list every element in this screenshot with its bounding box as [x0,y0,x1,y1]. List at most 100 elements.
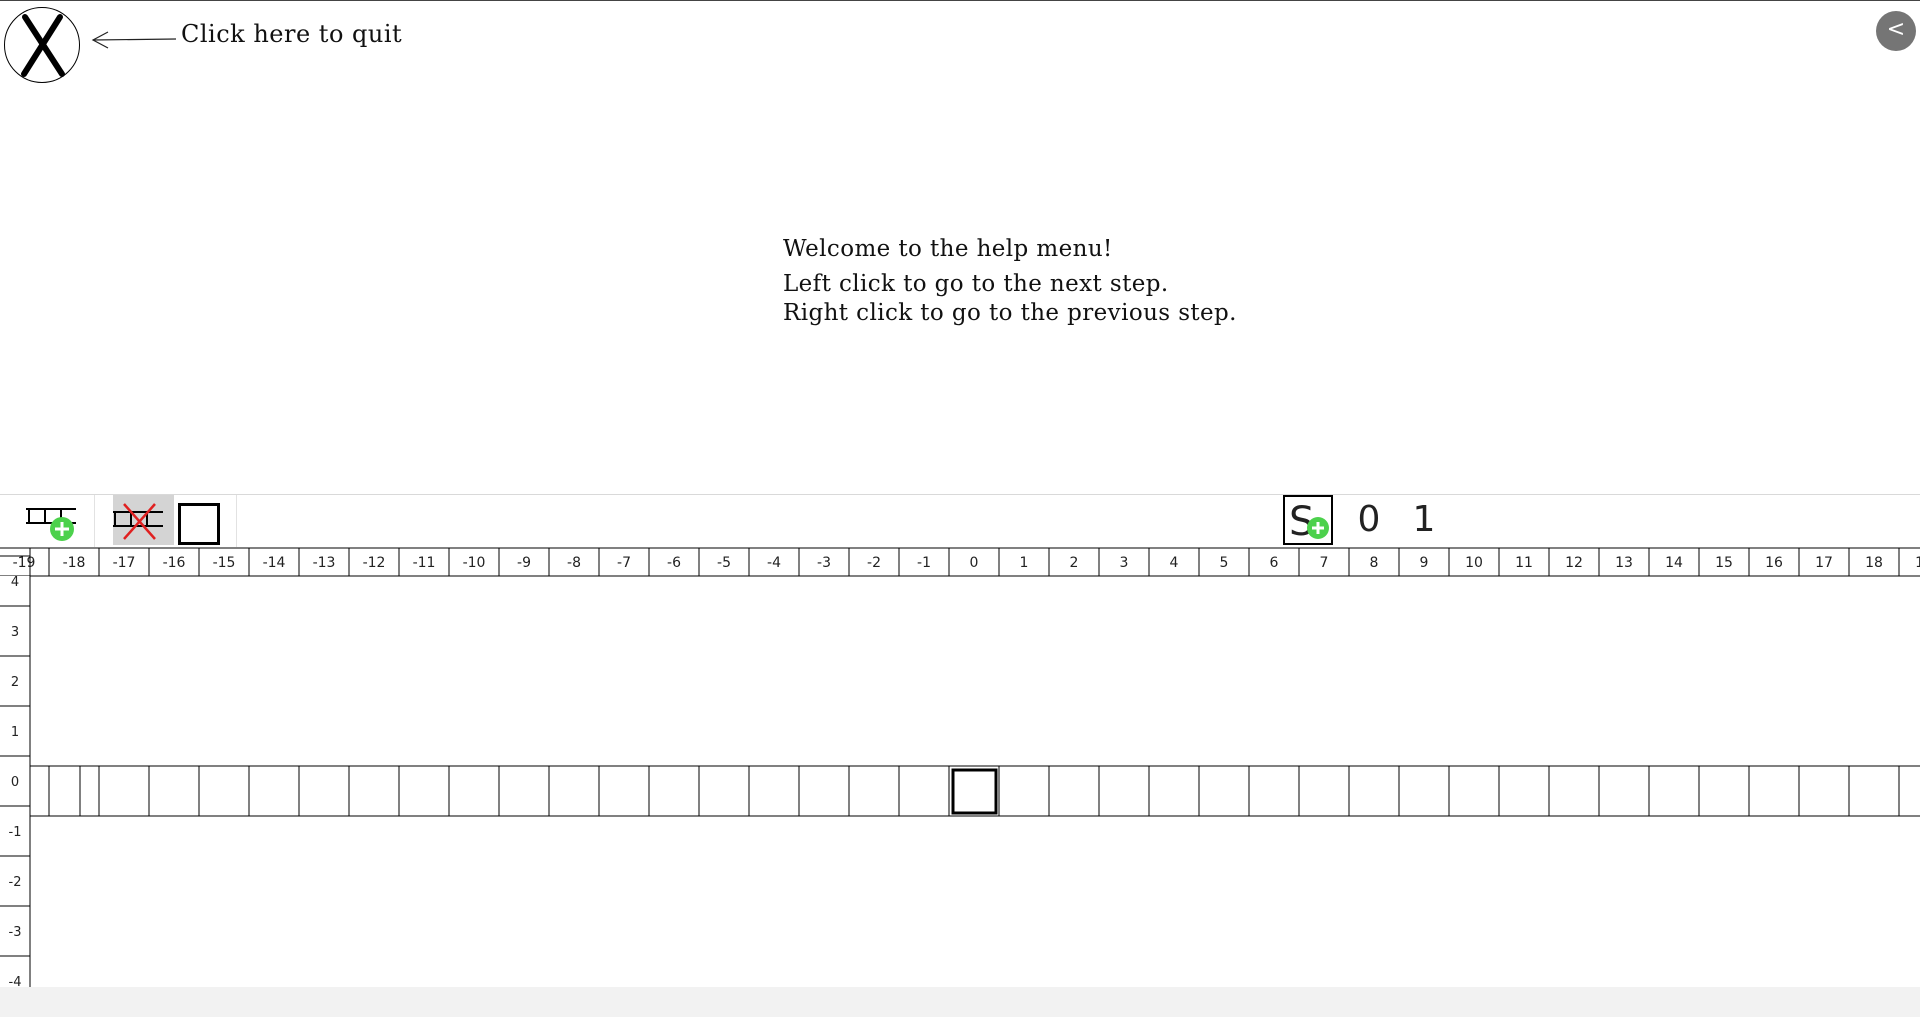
add-row-icon [26,508,76,541]
column-label: 3 [1120,555,1129,571]
app-window: Click here to quit < Welcome to the help… [0,0,1920,1017]
add-symbol-button[interactable]: S [1283,495,1333,545]
tape-cell[interactable] [1648,765,1700,817]
add-symbol-icon: S [1289,499,1329,545]
column-label: -7 [617,555,631,571]
column-label: 16 [1765,555,1783,571]
column-label: 9 [1420,555,1429,571]
tape-cell[interactable] [1148,765,1200,817]
help-line-left-click: Left click to go to the next step. [783,271,1169,297]
tape-board[interactable]: -19 -18 -17 -16 -15 -14 -13 -12 -11 -10 -9 -8 -7 -6 -5… [0,546,1920,987]
back-button[interactable]: < [1876,11,1916,51]
column-label: 11 [1515,555,1533,571]
toolbar-divider [236,495,237,547]
help-line-right-click: Right click to go to the previous step. [783,300,1237,326]
column-label: 2 [1070,555,1079,571]
quit-button[interactable] [4,7,80,83]
tape-cell[interactable] [1848,765,1900,817]
tape-cell[interactable] [298,765,350,817]
column-label: 8 [1370,555,1379,571]
tape-cell[interactable] [1548,765,1600,817]
tape-cell[interactable] [98,765,150,817]
tape-cell[interactable] [248,765,300,817]
symbol-1-button[interactable]: 1 [1404,499,1444,541]
blank-cell-button[interactable] [178,503,220,545]
column-label: -12 [363,555,386,571]
row-label: -1 [9,825,22,840]
column-label: -8 [567,555,581,571]
column-label: 0 [970,555,979,571]
column-label: -2 [867,555,881,571]
tape-cell[interactable] [698,765,750,817]
tape-cell[interactable] [548,765,600,817]
tape-cell[interactable] [498,765,550,817]
close-icon [21,14,65,77]
arrow-left-icon [91,31,177,49]
column-label: -13 [313,555,336,571]
tape-cell[interactable] [1198,765,1250,817]
tape-cell[interactable] [648,765,700,817]
column-label: 7 [1320,555,1329,571]
tape-cell[interactable] [948,765,1000,817]
tape-cell[interactable] [1698,765,1750,817]
tape-cell[interactable] [1598,765,1650,817]
tape-cell[interactable] [1798,765,1850,817]
tape-cell[interactable] [1398,765,1450,817]
column-label: 1 [1020,555,1029,571]
column-label: 5 [1220,555,1229,571]
row-label: -4 [9,975,22,987]
tape-cell[interactable] [1498,765,1550,817]
column-label: -4 [767,555,781,571]
column-label: -14 [263,555,286,571]
column-label: 14 [1665,555,1683,571]
tape-cell[interactable] [898,765,950,817]
tape-cell[interactable] [198,765,250,817]
column-label: 18 [1865,555,1883,571]
column-label: -15 [213,555,236,571]
symbol-0-button[interactable]: 0 [1349,499,1389,541]
delete-row-icon [113,503,163,540]
tape-cell[interactable] [348,765,400,817]
window-top-border [0,0,1920,1]
column-label: 6 [1270,555,1279,571]
tape-cell[interactable] [1348,765,1400,817]
column-label: -16 [163,555,186,571]
row-label: 2 [11,675,19,690]
column-label: 17 [1815,555,1833,571]
status-strip [0,987,1920,1017]
tape-cell[interactable] [398,765,450,817]
tape-cell[interactable] [848,765,900,817]
column-label: -17 [113,555,136,571]
toolbar: S 0 1 [0,494,1920,547]
tape-cell[interactable] [1098,765,1150,817]
column-label: -10 [463,555,486,571]
tape-cell[interactable] [1748,765,1800,817]
tape-cell[interactable] [48,765,100,817]
column-label: -18 [63,555,86,571]
column-label: -1 [917,555,931,571]
tape-cell[interactable] [998,765,1050,817]
column-label: 13 [1615,555,1633,571]
column-label: 15 [1715,555,1733,571]
column-label: -6 [667,555,681,571]
tape-cell[interactable] [148,765,200,817]
tape-cell[interactable] [1448,765,1500,817]
tape-cell[interactable] [748,765,800,817]
tape-cell[interactable] [798,765,850,817]
delete-row-button[interactable] [113,495,174,545]
column-label: -19 [13,555,36,571]
toolbar-divider [94,495,95,547]
column-label: -5 [717,555,731,571]
tape-cell[interactable] [1898,765,1920,817]
tape-cell[interactable] [598,765,650,817]
row-label: 0 [11,775,19,790]
tape-cell[interactable] [1298,765,1350,817]
add-row-button[interactable] [22,503,80,545]
tape-cell[interactable] [1048,765,1100,817]
tape-cell[interactable] [448,765,500,817]
tape-grid[interactable]: -19 -18 -17 -16 -15 -14 -13 -12 -11 -10 -9 -8 -7 -6 -5… [0,546,1920,987]
tape-cell[interactable] [1248,765,1300,817]
row-label: 4 [11,575,19,590]
column-label: -11 [413,555,436,571]
help-line-welcome: Welcome to the help menu! [783,236,1113,262]
